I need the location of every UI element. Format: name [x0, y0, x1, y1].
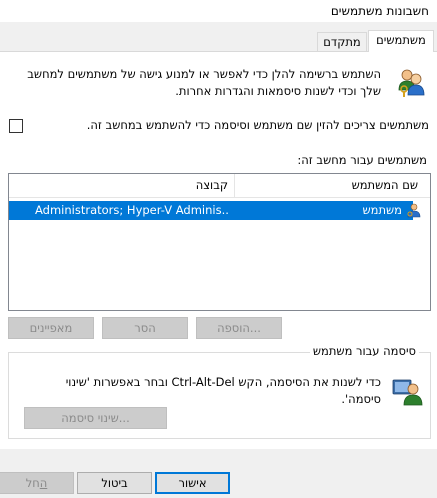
title-bar: חשבונות משתמשים	[0, 0, 437, 22]
users-list-label: משתמשים עבור מחשב זה:	[297, 153, 427, 167]
column-group[interactable]: קבוצה	[9, 174, 234, 197]
require-password-row[interactable]: משתמשים צריכים להזין שם משתמש וסיסמה כדי…	[9, 118, 429, 134]
users-icon	[398, 69, 425, 97]
password-instructions: כדי לשנות את הסיסמה, הקש Ctrl-Alt-Del וב…	[65, 375, 381, 406]
password-user-icon	[392, 379, 423, 406]
apply-accelerator: ה	[39, 476, 48, 490]
table-row[interactable]: Administrators; Hyper-V Adminis... משתמש	[9, 201, 430, 220]
ok-button[interactable]: אישור	[155, 472, 230, 494]
add-user-button[interactable]: הוספה...	[196, 317, 282, 339]
require-password-label[interactable]: משתמשים צריכים להזין שם משתמש וסיסמה כדי…	[87, 118, 429, 132]
apply-button[interactable]: החל	[0, 472, 74, 494]
user-icon	[407, 203, 421, 218]
tab-users[interactable]: משתמשים	[368, 30, 434, 52]
users-description: השתמש ברשימה להלן כדי לאפשר או למנוע גיש…	[27, 67, 381, 98]
require-password-checkbox[interactable]	[9, 119, 23, 133]
change-password-button[interactable]: שינוי סיסמה...	[24, 407, 167, 429]
users-listview[interactable]: שם המשתמש קבוצה Administrators; Hyper-V …	[8, 173, 431, 311]
column-username[interactable]: שם המשתמש	[234, 174, 430, 197]
listview-header: שם המשתמש קבוצה	[9, 174, 430, 198]
tab-advanced[interactable]: מתקדם	[317, 32, 367, 51]
cancel-button[interactable]: ביטול	[77, 472, 152, 494]
row-group-cell: Administrators; Hyper-V Adminis...	[35, 203, 230, 217]
password-group-title: סיסמה עבור משתמש	[309, 344, 419, 358]
apply-label-rest: חל	[25, 476, 40, 490]
properties-button[interactable]: מאפיינים	[8, 317, 94, 339]
window-title: חשבונות משתמשים	[330, 4, 429, 18]
row-username-cell: משתמש	[362, 203, 402, 217]
remove-user-button[interactable]: הסר	[102, 317, 188, 339]
